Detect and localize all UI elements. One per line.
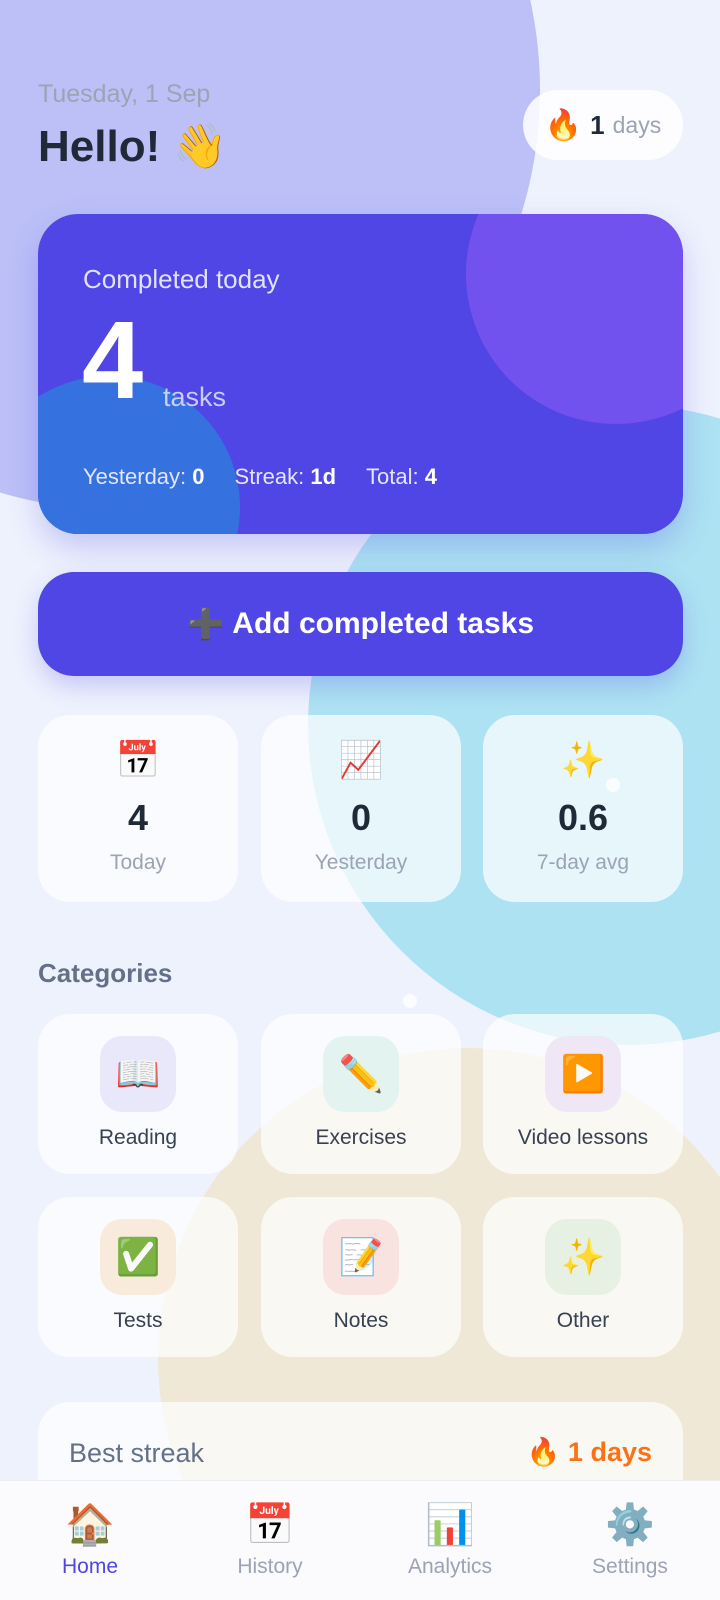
add-completed-tasks-button[interactable]: ➕ Add completed tasks xyxy=(38,572,683,676)
completed-today-unit: tasks xyxy=(163,382,227,412)
stat-label: Yesterday xyxy=(314,851,408,874)
stat-label: 7-day avg xyxy=(536,851,630,874)
greeting-title: Hello! 👋 xyxy=(38,122,228,171)
play-icon: ▶️ xyxy=(545,1036,621,1112)
nav-label: Settings xyxy=(592,1555,668,1578)
category-reading[interactable]: 📖 Reading xyxy=(38,1014,238,1174)
category-label: Exercises xyxy=(315,1126,407,1149)
category-label: Other xyxy=(556,1309,610,1332)
completed-today-count: 4 xyxy=(82,299,144,422)
streak-unit: days xyxy=(612,111,662,138)
stat-card-7day-avg: ✨ 0.6 7-day avg xyxy=(483,715,683,902)
nav-analytics[interactable]: 📊 Analytics xyxy=(360,1481,540,1600)
pencil-icon: ✏️ xyxy=(323,1036,399,1112)
stat-value: 0 xyxy=(350,797,372,838)
category-label: Tests xyxy=(113,1309,163,1332)
streak-count: 1 xyxy=(590,109,605,140)
memo-icon: 📝 xyxy=(323,1219,399,1295)
category-other[interactable]: ✨ Other xyxy=(483,1197,683,1357)
completed-today-label: Completed today xyxy=(83,264,280,294)
hero-decor-circle xyxy=(466,214,683,424)
home-icon: 🏠 xyxy=(65,1503,115,1547)
bar-chart-icon: 📊 xyxy=(425,1503,475,1547)
best-streak-label: Best streak xyxy=(69,1438,205,1468)
plus-icon: ➕ xyxy=(186,607,225,641)
home-screen: Tuesday, 1 Sep Hello! 👋 🔥 1 days Complet… xyxy=(0,0,720,1600)
categories-title: Categories xyxy=(38,958,173,988)
nav-label: History xyxy=(237,1555,303,1578)
hero-stat-streak: Streak: 1d xyxy=(234,464,337,489)
category-video-lessons[interactable]: ▶️ Video lessons xyxy=(483,1014,683,1174)
nav-label: Analytics xyxy=(407,1555,493,1578)
bottom-nav: 🏠 Home 📅 History 📊 Analytics ⚙️ Settings xyxy=(0,1480,720,1600)
category-label: Notes xyxy=(333,1309,389,1332)
stat-value: 0.6 xyxy=(557,797,609,838)
nav-settings[interactable]: ⚙️ Settings xyxy=(540,1481,720,1600)
add-button-label: Add completed tasks xyxy=(232,607,535,640)
calendar-icon: 📅 xyxy=(245,1503,295,1547)
stat-label: Today xyxy=(109,851,167,874)
stat-card-yesterday: 📈 0 Yesterday xyxy=(261,715,461,902)
chart-up-icon: 📈 xyxy=(338,739,384,780)
nav-label: Home xyxy=(61,1555,119,1578)
hero-stats-row: Yesterday: 0 Streak: 1d Total: 4 xyxy=(83,464,437,490)
category-notes[interactable]: 📝 Notes xyxy=(261,1197,461,1357)
date-label: Tuesday, 1 Sep xyxy=(38,80,211,108)
nav-home[interactable]: 🏠 Home xyxy=(0,1481,180,1600)
stat-card-today: 📅 4 Today xyxy=(38,715,238,902)
category-label: Video lessons xyxy=(517,1126,649,1149)
hero-stat-total: Total: 4 xyxy=(366,464,438,489)
book-icon: 📖 xyxy=(100,1036,176,1112)
completed-today-card: Completed today 4 tasks Yesterday: 0 Str… xyxy=(38,214,683,534)
fire-icon: 🔥 xyxy=(544,108,583,142)
hero-stat-yesterday: Yesterday: 0 xyxy=(83,464,205,489)
category-tests[interactable]: ✅ Tests xyxy=(38,1197,238,1357)
bg-dot xyxy=(403,994,417,1008)
sparkles-icon: ✨ xyxy=(545,1219,621,1295)
sparkles-icon: ✨ xyxy=(560,739,606,780)
nav-history[interactable]: 📅 History xyxy=(180,1481,360,1600)
gear-icon: ⚙️ xyxy=(605,1503,655,1547)
category-exercises[interactable]: ✏️ Exercises xyxy=(261,1014,461,1174)
stat-value: 4 xyxy=(127,797,149,838)
checkmark-icon: ✅ xyxy=(100,1219,176,1295)
best-streak-value: 🔥 1 days xyxy=(526,1437,652,1467)
streak-badge[interactable]: 🔥 1 days xyxy=(523,90,683,160)
calendar-icon: 📅 xyxy=(115,739,161,780)
category-label: Reading xyxy=(98,1126,178,1149)
